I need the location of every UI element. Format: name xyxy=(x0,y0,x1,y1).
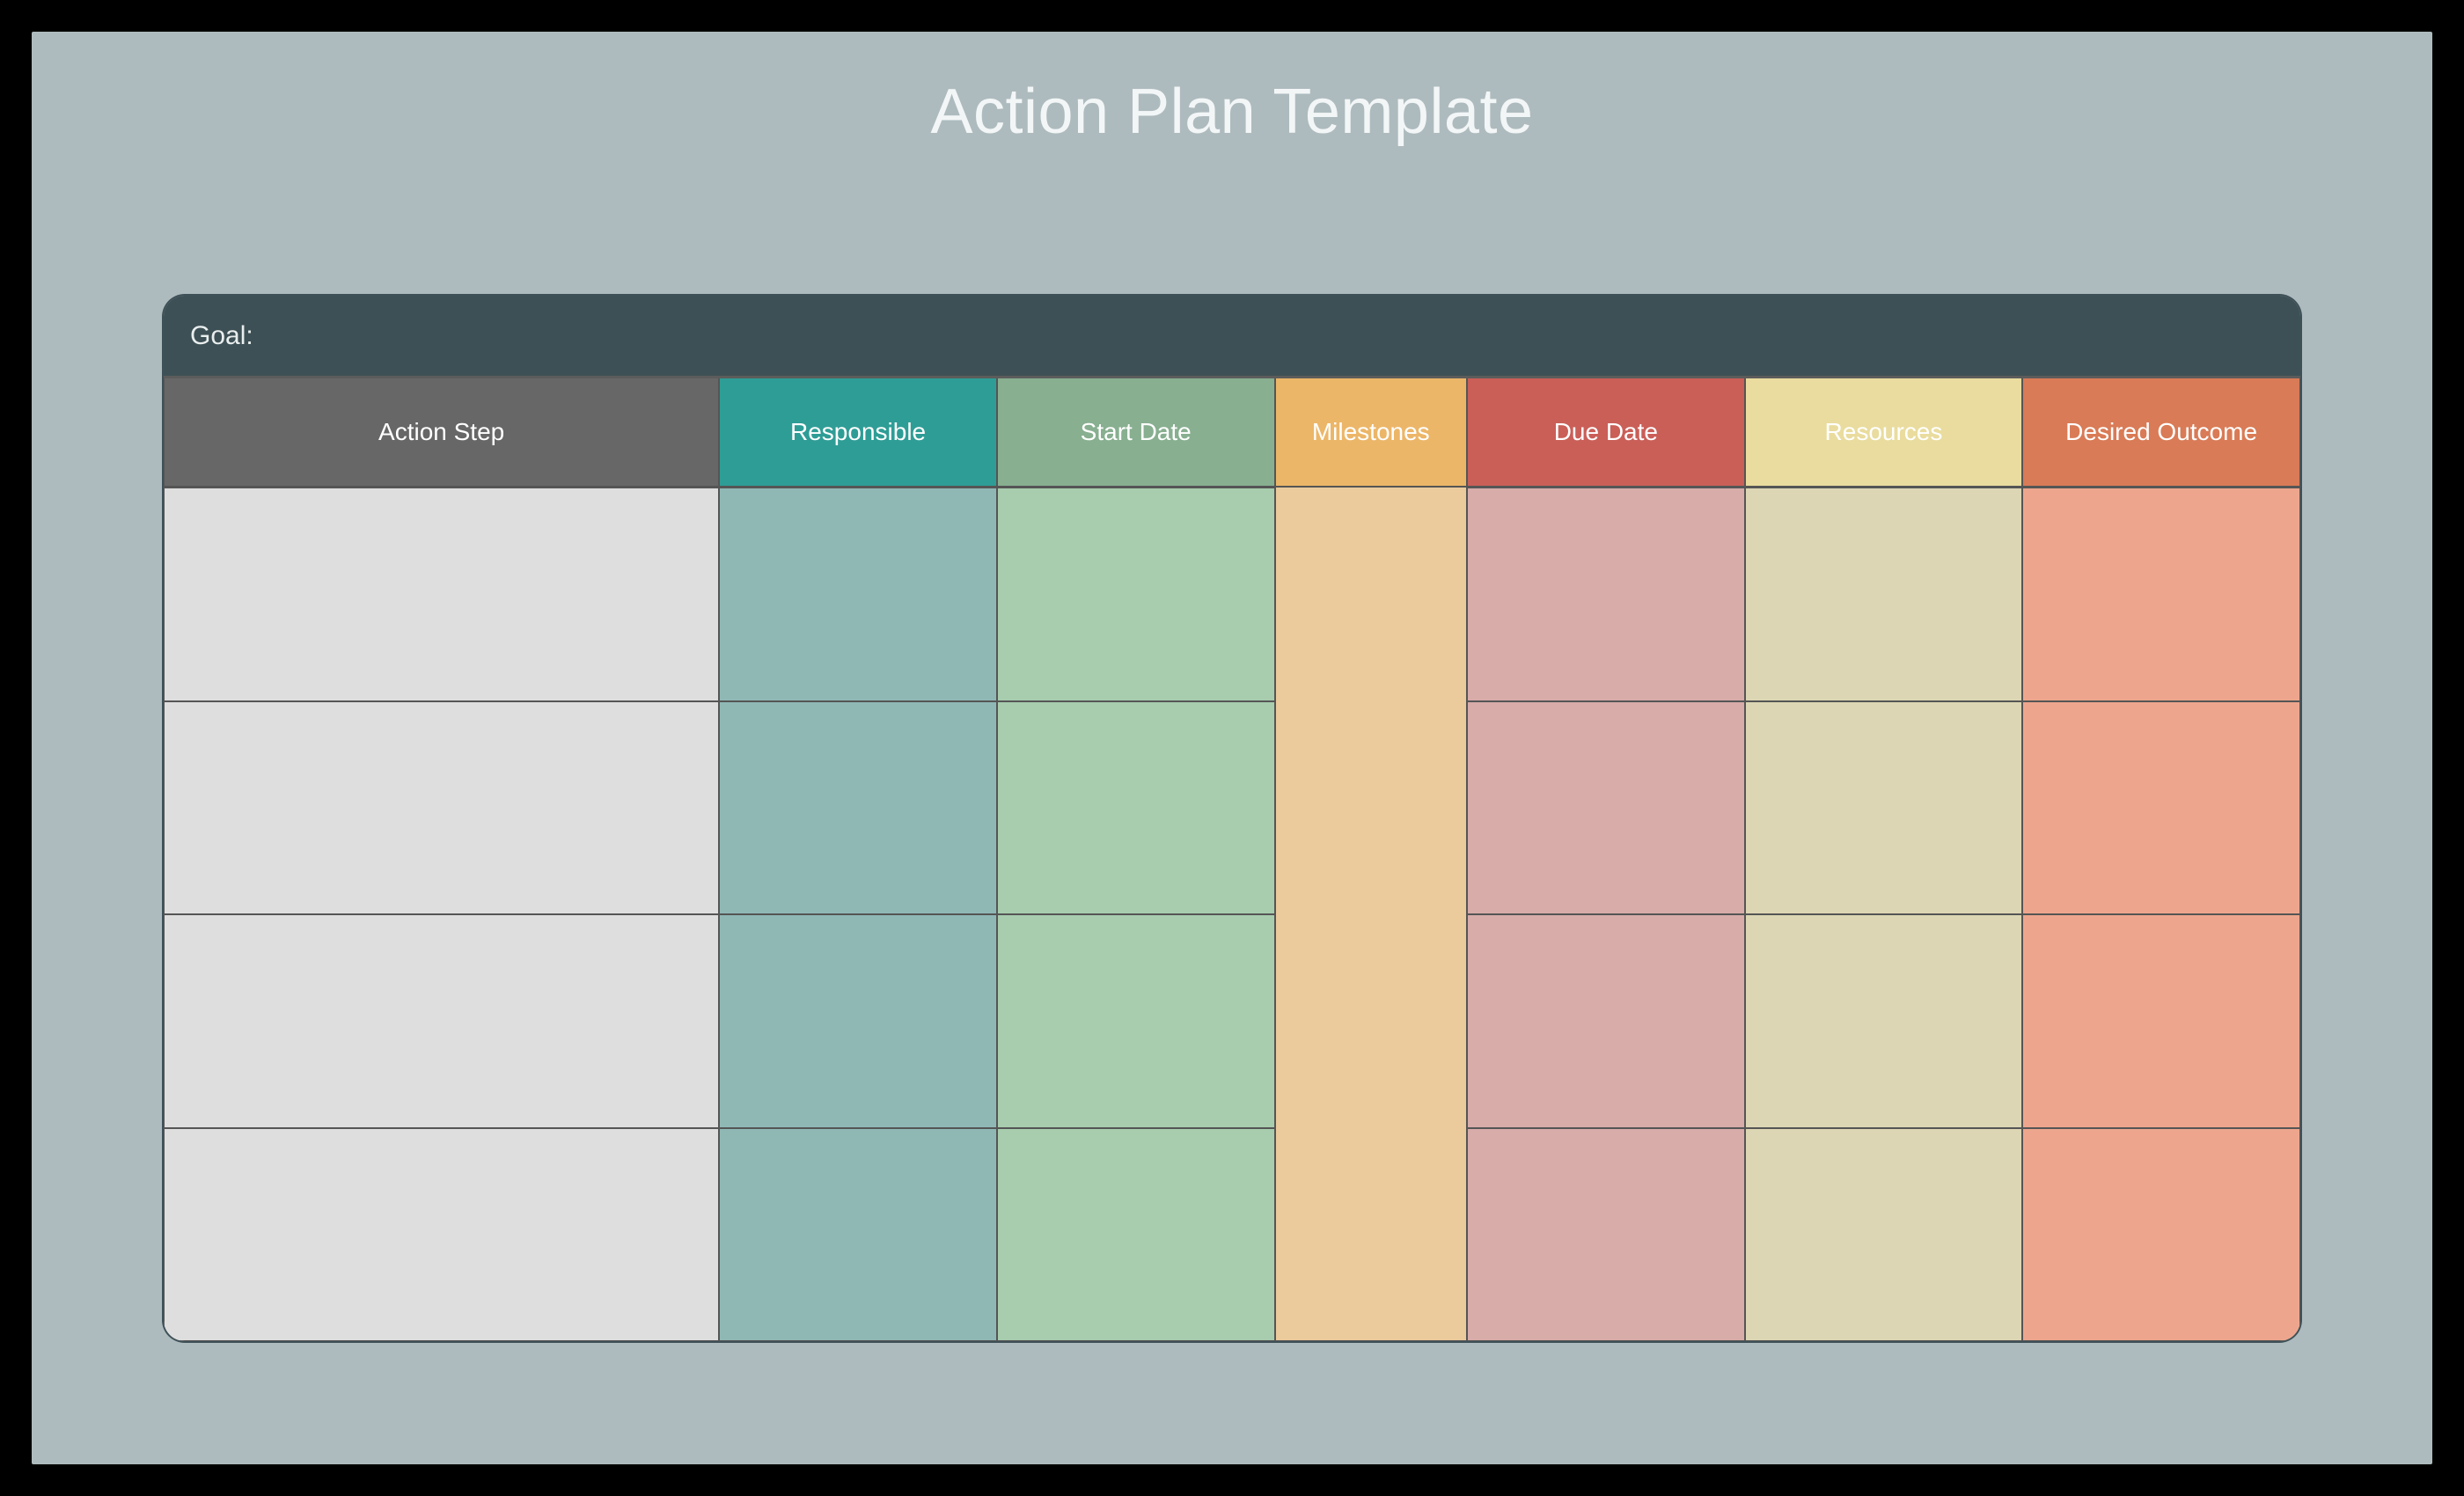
col-milestones-merged[interactable] xyxy=(1275,488,1468,1341)
header-action-step: Action Step xyxy=(164,378,719,488)
cell-resources[interactable] xyxy=(1745,488,2023,701)
cell-responsible[interactable] xyxy=(719,1128,997,1342)
cell-resources[interactable] xyxy=(1745,701,2023,915)
cell-action-step[interactable] xyxy=(164,701,719,915)
cell-desired-outcome[interactable] xyxy=(2022,914,2300,1128)
outer-frame: Action Plan Template Goal: Action Step R… xyxy=(0,0,2464,1496)
col-action-step xyxy=(164,488,719,1341)
cell-action-step[interactable] xyxy=(164,1128,719,1342)
cell-due-date[interactable] xyxy=(1467,914,1745,1128)
goal-bar[interactable]: Goal: xyxy=(164,296,2300,378)
cell-responsible[interactable] xyxy=(719,488,997,701)
header-start-date: Start Date xyxy=(997,378,1275,488)
header-resources: Resources xyxy=(1745,378,2023,488)
col-due-date xyxy=(1467,488,1745,1341)
header-desired-outcome: Desired Outcome xyxy=(2022,378,2300,488)
cell-responsible[interactable] xyxy=(719,914,997,1128)
action-plan-card: Goal: Action Step Responsible Start Date… xyxy=(164,296,2300,1341)
cell-due-date[interactable] xyxy=(1467,1128,1745,1342)
table-body xyxy=(164,488,2300,1341)
cell-resources[interactable] xyxy=(1745,914,2023,1128)
cell-resources[interactable] xyxy=(1745,1128,2023,1342)
header-due-date: Due Date xyxy=(1467,378,1745,488)
cell-responsible[interactable] xyxy=(719,701,997,915)
cell-due-date[interactable] xyxy=(1467,701,1745,915)
cell-desired-outcome[interactable] xyxy=(2022,1128,2300,1342)
cell-desired-outcome[interactable] xyxy=(2022,488,2300,701)
cell-start-date[interactable] xyxy=(997,1128,1275,1342)
header-responsible: Responsible xyxy=(719,378,997,488)
col-resources xyxy=(1745,488,2023,1341)
table-header-row: Action Step Responsible Start Date Miles… xyxy=(164,378,2300,488)
cell-action-step[interactable] xyxy=(164,488,719,701)
col-responsible xyxy=(719,488,997,1341)
header-milestones: Milestones xyxy=(1275,378,1468,488)
col-start-date xyxy=(997,488,1275,1341)
page-title: Action Plan Template xyxy=(32,76,2432,148)
col-desired-outcome xyxy=(2022,488,2300,1341)
diagram-canvas: Action Plan Template Goal: Action Step R… xyxy=(32,32,2432,1464)
goal-label: Goal: xyxy=(190,321,253,351)
cell-desired-outcome[interactable] xyxy=(2022,701,2300,915)
cell-action-step[interactable] xyxy=(164,914,719,1128)
cell-due-date[interactable] xyxy=(1467,488,1745,701)
cell-start-date[interactable] xyxy=(997,488,1275,701)
cell-start-date[interactable] xyxy=(997,914,1275,1128)
cell-start-date[interactable] xyxy=(997,701,1275,915)
